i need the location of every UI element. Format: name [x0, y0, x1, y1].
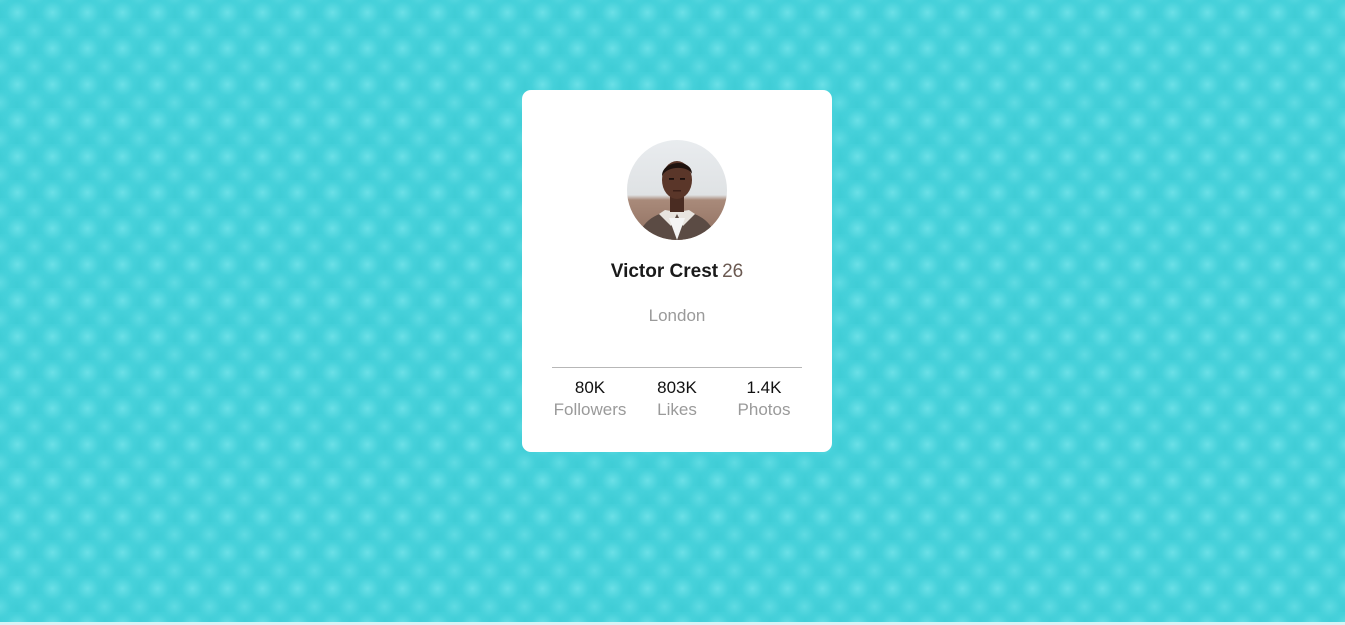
stat-value: 803K — [657, 378, 697, 397]
divider — [552, 367, 802, 368]
stat-value: 80K — [574, 378, 606, 397]
page-background: Victor Crest 26 London 80K Followers 803K… — [0, 0, 1345, 625]
avatar — [627, 140, 727, 240]
stat-label: Likes — [657, 400, 697, 419]
profile-age: 26 — [722, 261, 744, 282]
stat-label: Photos — [737, 400, 791, 419]
stats-row: 80K Followers 803K Likes 1.4K Photos — [552, 377, 802, 421]
stat-label: Followers — [553, 400, 627, 419]
profile-city: London — [648, 306, 706, 325]
stat-followers: 80K Followers — [552, 377, 628, 421]
stat-value: 1.4K — [746, 378, 782, 397]
profile-name: Victor Crest — [610, 261, 719, 282]
stat-photos: 1.4K Photos — [726, 377, 802, 421]
profile-photo-icon — [627, 140, 727, 240]
profile-card: Victor Crest 26 London 80K Followers 803K… — [522, 90, 832, 452]
profile-name-line: Victor Crest 26 — [522, 260, 832, 284]
stat-likes: 803K Likes — [639, 377, 715, 421]
